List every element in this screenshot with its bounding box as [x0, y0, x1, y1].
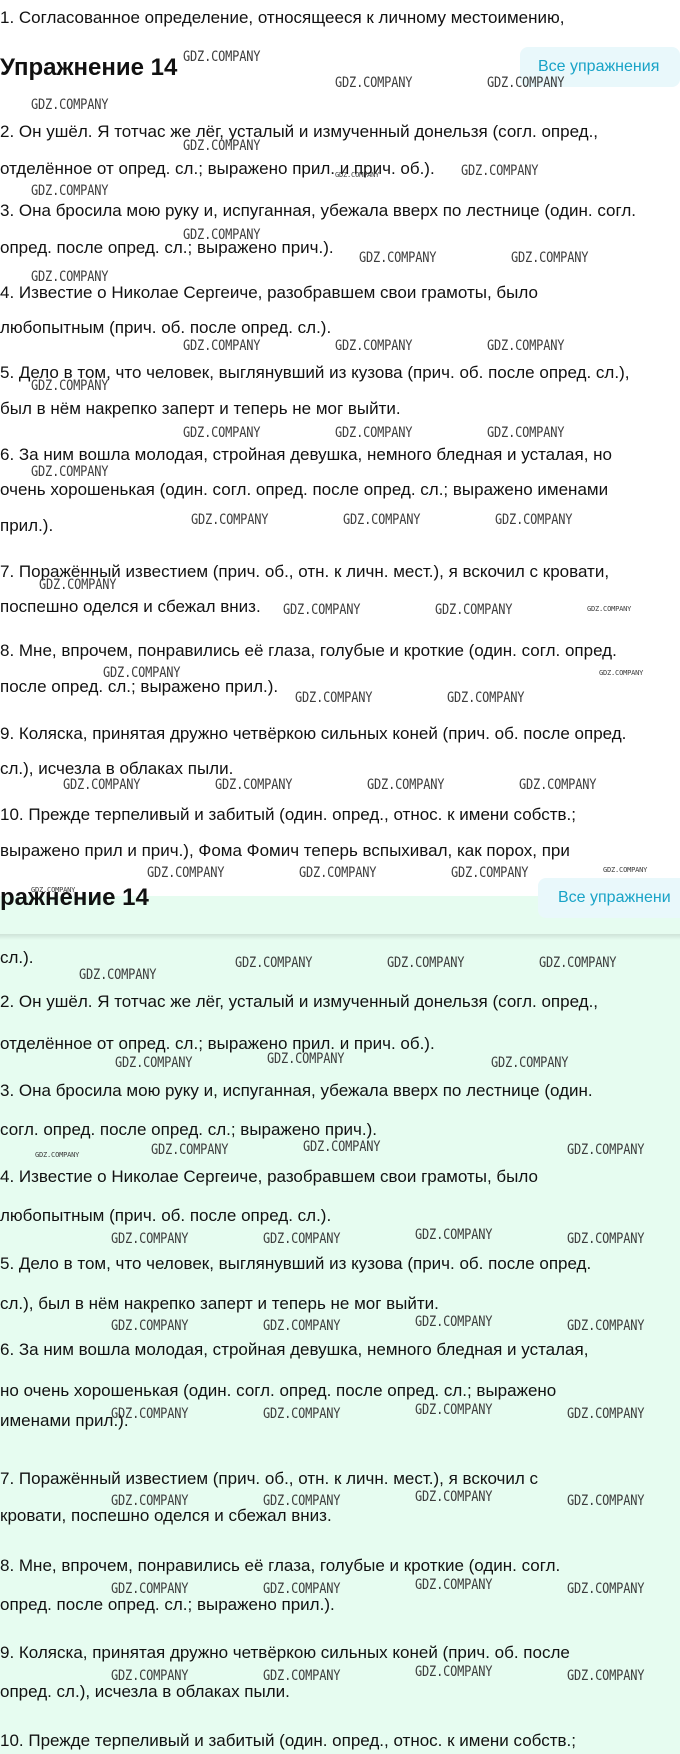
text-line: 5. Дело в том, что человек, выглянувший … [0, 363, 630, 382]
text-line: 6. За ним вошла молодая, стройная девушк… [0, 1340, 589, 1359]
text-line: любопытным (прич. об. после опред. сл.). [0, 1206, 332, 1225]
text-line: 3. Она бросила мою руку и, испуганная, у… [0, 201, 636, 220]
text-line: очень хорошенькая (один. согл. опред. по… [0, 480, 609, 499]
text-line: 4. Известие о Николае Сергеиче, разобрав… [0, 283, 538, 302]
all-exercises-button[interactable]: Все упражнения [520, 47, 680, 87]
text-line: 2. Он ушёл. Я тотчас же лёг, усталый и и… [0, 992, 599, 1011]
text-line: но очень хорошенькая (один. согл. опред.… [0, 1381, 557, 1400]
text-line: опред. сл.), исчезла в облаках пыли. [0, 1682, 290, 1701]
text-line: был в нём накрепко заперт и теперь не мо… [0, 399, 401, 418]
page-title-cropped: ражнение 14 [0, 884, 149, 911]
text-line: 8. Мне, впрочем, понравились её глаза, г… [0, 641, 617, 660]
text-line: опред. после опред. сл.; выражено прич.)… [0, 238, 334, 257]
text-line: 1. Согласованное определение, относящеес… [0, 8, 565, 27]
text-line: 9. Коляска, принятая дружно четвёркою си… [0, 724, 627, 743]
text-line: прил.). [0, 516, 54, 535]
text-line: опред. после опред. сл.; выражено прил.)… [0, 1595, 335, 1614]
text-line: сл.). [0, 948, 34, 967]
text-line: 6. За ним вошла молодая, стройная девушк… [0, 445, 612, 464]
text-line: кровати, поспешно оделся и сбежал вниз. [0, 1506, 332, 1525]
text-line: 4. Известие о Николае Сергеиче, разобрав… [0, 1167, 538, 1186]
text-line: отделённое от опред. сл.; выражено прил.… [0, 159, 435, 178]
text-line: 3. Она бросила мою руку и, испуганная, у… [0, 1081, 593, 1100]
text-line: после опред. сл.; выражено прил.). [0, 677, 279, 696]
text-line: 10. Прежде терпеливый и забитый (один. о… [0, 805, 576, 824]
text-line: отделённое от опред. сл.; выражено прил.… [0, 1034, 435, 1053]
top-screenshot-panel: 1. Согласованное определение, относящеес… [0, 0, 680, 896]
text-line: выражено прил и прич.), Фома Фомич тепер… [0, 841, 570, 860]
bottom-screenshot-panel: сл.). 2. Он ушёл. Я тотчас же лёг, устал… [0, 896, 680, 1754]
text-line: сл.), был в нём накрепко заперт и теперь… [0, 1294, 439, 1313]
text-line: 8. Мне, впрочем, понравились её глаза, г… [0, 1556, 561, 1575]
text-line: 2. Он ушёл. Я тотчас же лёг, усталый и и… [0, 122, 599, 141]
text-line: 9. Коляска, принятая дружно четвёркою си… [0, 1643, 570, 1662]
text-line: поспешно оделся и сбежал вниз. [0, 597, 261, 616]
text-line: 7. Поражённый известием (прич. об., отн.… [0, 1469, 539, 1488]
text-line: сл.), исчезла в облаках пыли. [0, 759, 234, 778]
header-shadow [0, 934, 680, 940]
text-line: 7. Поражённый известием (прич. об., отн.… [0, 562, 610, 581]
page-title: Упражнение 14 [0, 54, 178, 81]
text-line: именами прил.). [0, 1411, 129, 1430]
text-line: 5. Дело в том, что человек, выглянувший … [0, 1254, 592, 1273]
text-line: любопытным (прич. об. после опред. сл.). [0, 318, 332, 337]
text-line: 10. Прежде терпеливый и забитый (один. о… [0, 1731, 576, 1750]
text-line: согл. опред. после опред. сл.; выражено … [0, 1120, 377, 1139]
all-exercises-button-cropped[interactable]: Все упражнени [538, 878, 680, 918]
